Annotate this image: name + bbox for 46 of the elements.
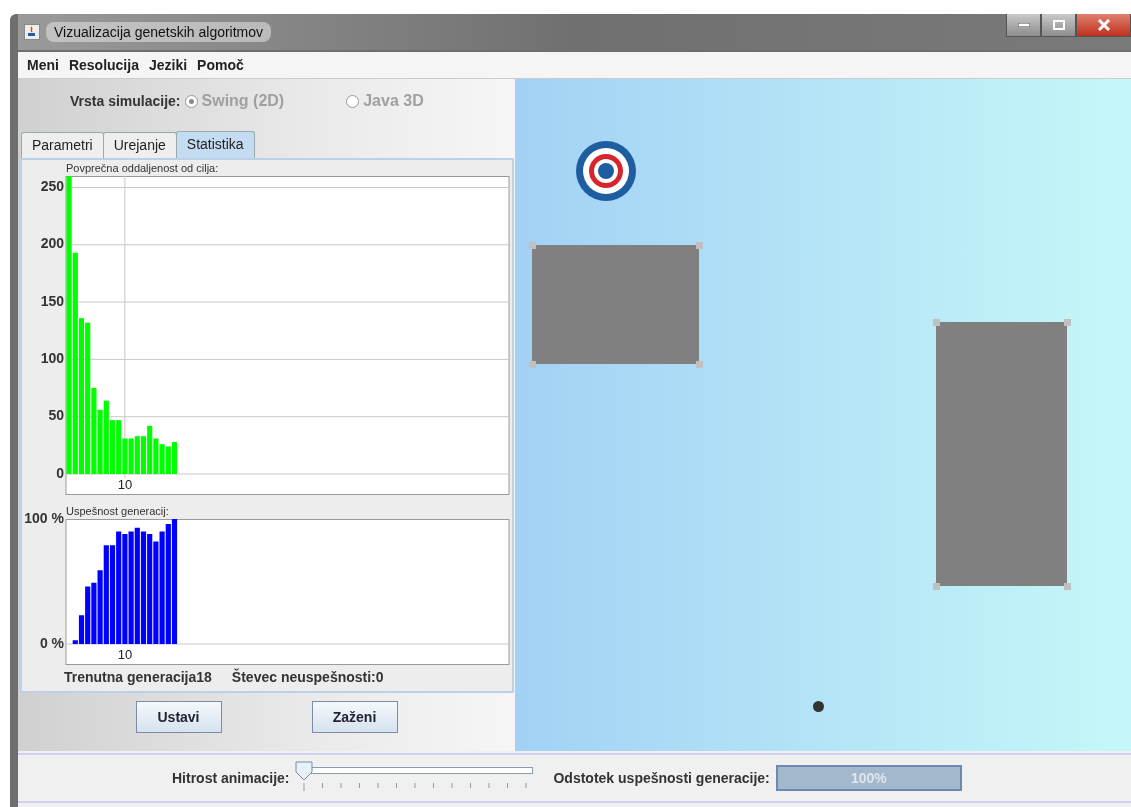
y-tick-label: 0 % <box>39 634 64 651</box>
y-tick-label: 250 <box>40 178 64 195</box>
corner-handle[interactable] <box>696 242 703 249</box>
corner-handle[interactable] <box>529 242 536 249</box>
tab[interactable]: Parametri <box>21 132 104 158</box>
window-title: Vizualizacija genetskih algoritmov <box>46 22 272 42</box>
y-tick-label: 150 <box>40 292 64 309</box>
menu-item[interactable]: Pomoč <box>192 57 249 73</box>
y-tick-label: 200 <box>40 235 64 252</box>
chart-title: Povprečna oddaljenost od cilja: <box>66 162 220 176</box>
x-tick-label: 10 <box>117 477 133 492</box>
progress-text: 100% <box>850 770 887 786</box>
success-label: Odstotek uspešnosti generacije: <box>553 770 770 786</box>
simulation-type-label: Vrsta simulacije: <box>70 93 181 109</box>
action-button[interactable]: Zaženi <box>311 701 398 733</box>
x-tick-label: 10 <box>117 647 133 662</box>
y-tick-label: 0 <box>56 464 64 481</box>
y-tick-label: 100 <box>40 350 64 367</box>
stat-text: Trenutna generacija18 <box>64 669 212 685</box>
minimize-icon <box>1017 23 1030 27</box>
maximize-button[interactable] <box>1041 14 1076 37</box>
agent-dot <box>813 701 824 712</box>
corner-handle[interactable] <box>529 361 536 368</box>
y-tick-label: 50 <box>48 407 64 424</box>
corner-handle[interactable] <box>933 583 940 590</box>
close-button[interactable] <box>1076 14 1131 37</box>
chart-title: Uspešnost generacij: <box>66 505 170 519</box>
maximize-icon <box>1052 20 1065 30</box>
stat-text: Števec neuspešnosti:0 <box>231 669 384 685</box>
minimize-button[interactable] <box>1006 14 1041 37</box>
target-icon <box>575 140 637 202</box>
tab[interactable]: Urejanje <box>102 132 177 158</box>
corner-handle[interactable] <box>696 361 703 368</box>
tab[interactable]: Statistika <box>175 131 255 158</box>
slider-thumb[interactable] <box>295 761 314 781</box>
corner-handle[interactable] <box>1064 319 1071 326</box>
y-tick-label: 100 % <box>24 509 64 526</box>
action-button[interactable]: Ustavi <box>135 701 222 733</box>
menu-item[interactable]: Resolucija <box>63 57 144 73</box>
java-cup-icon <box>24 24 40 40</box>
menu-item[interactable]: Meni <box>22 57 64 73</box>
close-icon <box>1096 19 1111 31</box>
corner-handle[interactable] <box>1064 583 1071 590</box>
speed-label: Hitrost animacije: <box>172 770 290 786</box>
corner-handle[interactable] <box>933 319 940 326</box>
menu-item[interactable]: Jeziki <box>143 57 193 73</box>
